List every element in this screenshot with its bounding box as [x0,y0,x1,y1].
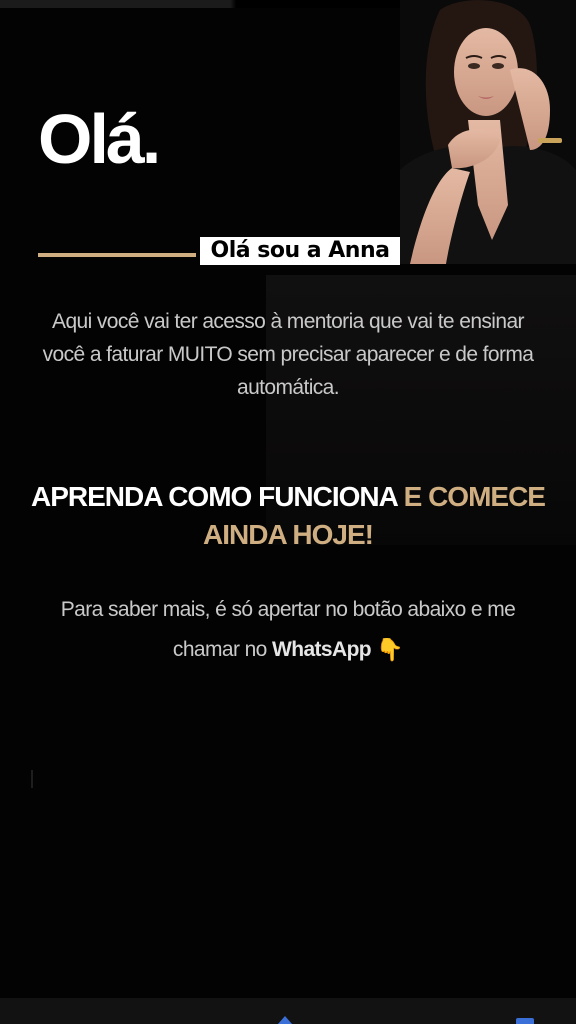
tabs-icon[interactable] [516,1018,534,1024]
pointing-down-hand-icon: 👇 [376,637,404,663]
accent-line [38,253,196,257]
description-text: Aqui você vai ter acesso à mentoria que … [42,310,534,399]
chevron-up-icon[interactable] [278,1016,292,1024]
headline: APRENDA COMO FUNCIONA E COMECE AINDA HOJ… [30,478,546,554]
whatsapp-brand: WhatsApp [272,638,372,661]
greeting-heading: Olá. [38,100,161,178]
profile-photo-illustration [400,0,576,264]
landing-page: Olá. Olá sou a Anna Aqui você vai ter ac… [0,0,576,1024]
headline-white: APRENDA COMO FUNCIONA [31,481,398,512]
profile-photo [400,0,576,264]
cta-text: Para saber mais, é só apertar no botão a… [30,590,546,670]
intro-label: Olá sou a Anna [200,237,400,265]
scroll-marker [31,770,33,788]
